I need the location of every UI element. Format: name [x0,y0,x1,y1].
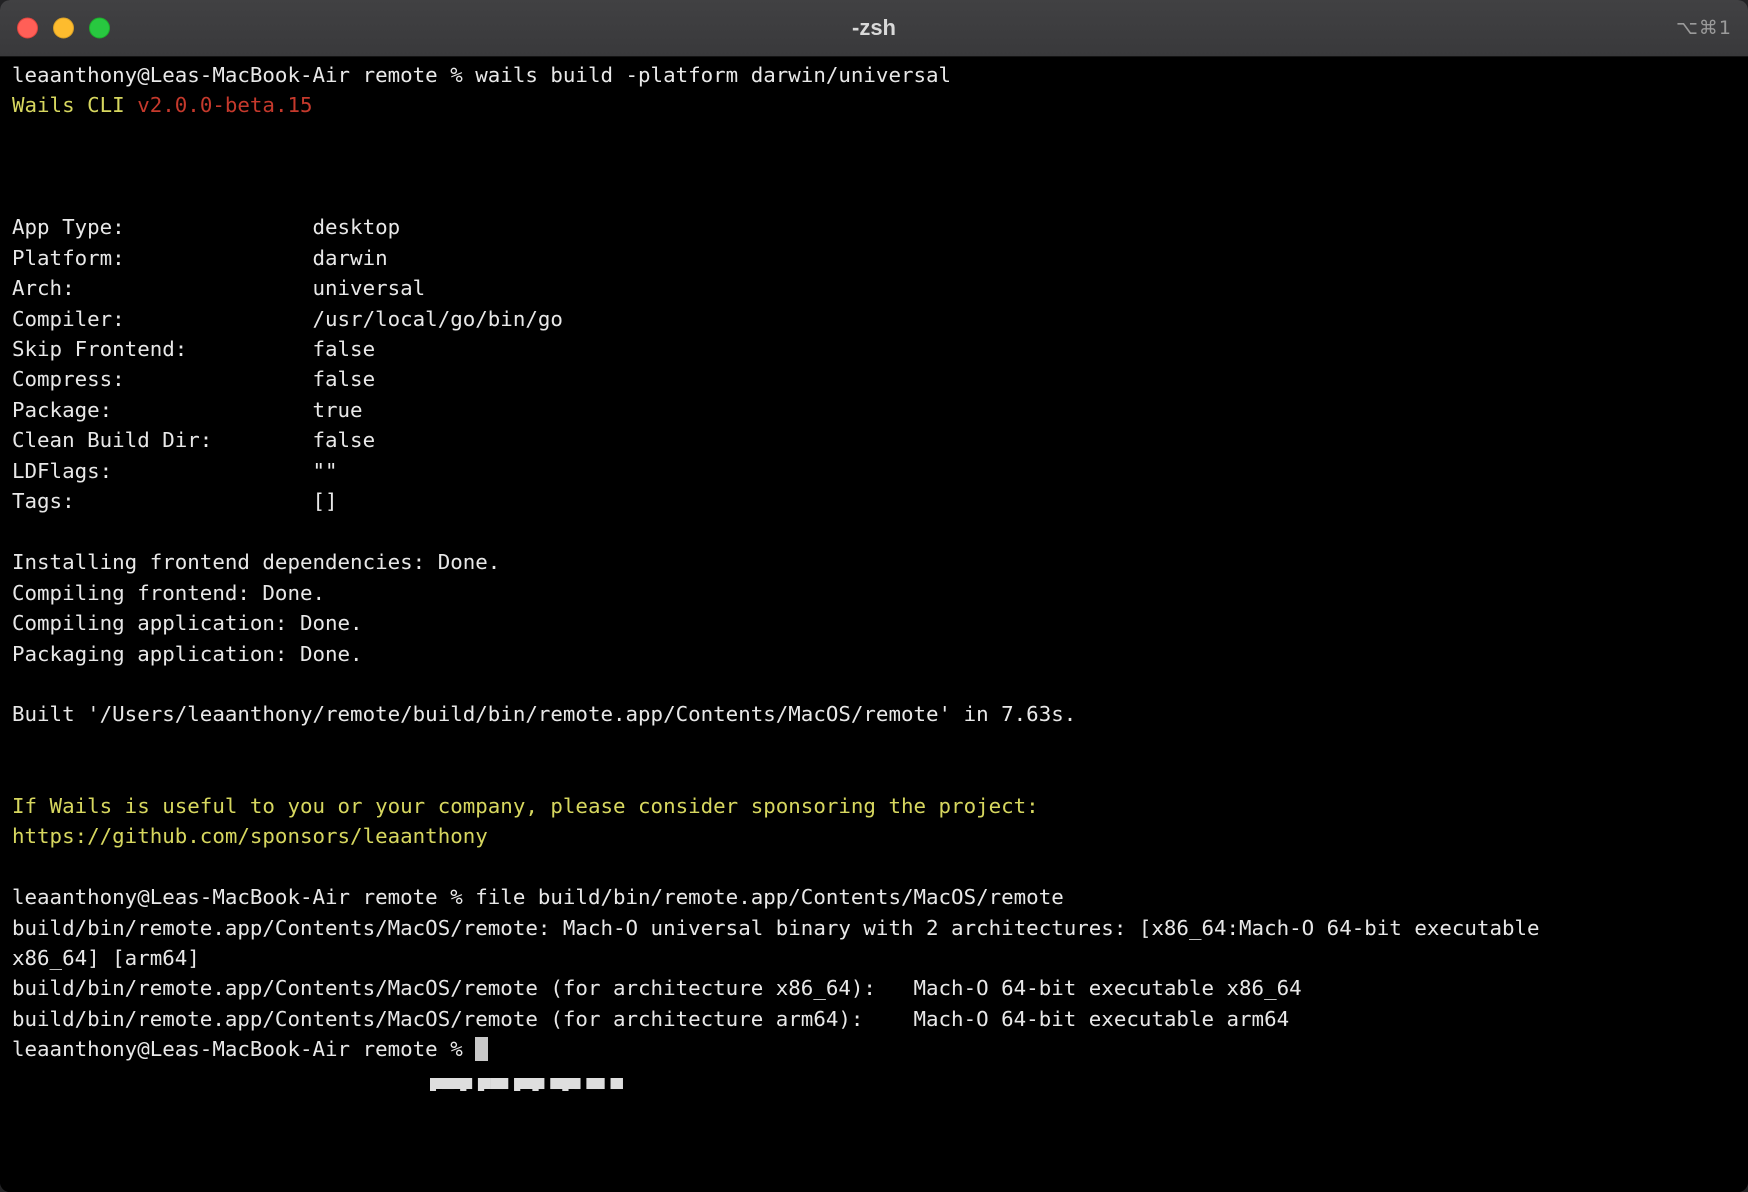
terminal-text-segment: leaanthony@Leas-MacBook-Air remote % wai… [12,63,951,87]
terminal-text-segment: Clean Build Dir: false [12,428,375,452]
terminal-text-segment: Installing frontend dependencies: Done. [12,550,500,574]
terminal-line: leaanthony@Leas-MacBook-Air remote % [12,1034,1748,1064]
terminal-line: Installing frontend dependencies: Done. [12,547,1748,577]
terminal-text-segment: build/bin/remote.app/Contents/MacOS/remo… [12,976,1302,1000]
terminal-text-segment: Platform: darwin [12,246,388,270]
clipped-text-artifact: ▛▀▜▘▛▀▘▛▜▘▀▛▘▀▘▀ [430,1078,660,1091]
terminal-line: Wails CLI v2.0.0-beta.15 [12,90,1748,120]
terminal-text-segment: Tags: [] [12,489,338,513]
terminal-text-segment: Built '/Users/leaanthony/remote/build/bi… [12,702,1076,726]
terminal-line: Arch: universal [12,273,1748,303]
terminal-text-segment: Package: true [12,398,363,422]
terminal-line: Compiler: /usr/local/go/bin/go [12,304,1748,334]
terminal-line [12,151,1748,181]
traffic-lights [17,18,110,39]
terminal-text-segment: Compiler: /usr/local/go/bin/go [12,307,563,331]
terminal-line: Clean Build Dir: false [12,425,1748,455]
titlebar[interactable]: -zsh ⌥⌘1 [0,0,1748,57]
terminal-text-segment: Compiling application: Done. [12,611,363,635]
terminal-line [12,760,1748,790]
terminal-text-segment: x86_64] [arm64] [12,946,200,970]
terminal-text-segment: build/bin/remote.app/Contents/MacOS/remo… [12,916,1540,940]
terminal-output[interactable]: leaanthony@Leas-MacBook-Air remote % wai… [0,57,1748,1192]
terminal-cursor [475,1037,488,1061]
terminal-line: x86_64] [arm64] [12,943,1748,973]
terminal-line: Compiling application: Done. [12,608,1748,638]
close-button[interactable] [17,18,38,39]
terminal-text-segment: If Wails is useful to you or your compan… [12,794,1039,818]
terminal-text-segment: build/bin/remote.app/Contents/MacOS/remo… [12,1007,1289,1031]
terminal-line: If Wails is useful to you or your compan… [12,791,1748,821]
terminal-line: Skip Frontend: false [12,334,1748,364]
terminal-line: build/bin/remote.app/Contents/MacOS/remo… [12,1004,1748,1034]
terminal-line: Compress: false [12,364,1748,394]
terminal-text-segment: Compress: false [12,367,375,391]
terminal-line: Package: true [12,395,1748,425]
terminal-text-segment: v2.0.0-beta.15 [137,93,312,117]
terminal-line: build/bin/remote.app/Contents/MacOS/remo… [12,973,1748,1003]
terminal-line [12,852,1748,882]
minimize-button[interactable] [53,18,74,39]
terminal-line [12,517,1748,547]
terminal-text-segment: Wails CLI [12,93,137,117]
terminal-line: https://github.com/sponsors/leaanthony [12,821,1748,851]
window-shortcut-badge: ⌥⌘1 [1676,17,1732,39]
terminal-line: Tags: [] [12,486,1748,516]
terminal-text-segment: Skip Frontend: false [12,337,375,361]
terminal-line: Packaging application: Done. [12,639,1748,669]
terminal-line: Platform: darwin [12,243,1748,273]
terminal-text-segment: Arch: universal [12,276,425,300]
terminal-line: App Type: desktop [12,212,1748,242]
terminal-line: Built '/Users/leaanthony/remote/build/bi… [12,699,1748,729]
terminal-text-segment: leaanthony@Leas-MacBook-Air remote % [12,1037,475,1061]
terminal-text-segment: https://github.com/sponsors/leaanthony [12,824,488,848]
zoom-button[interactable] [89,18,110,39]
terminal-line: leaanthony@Leas-MacBook-Air remote % wai… [12,60,1748,90]
terminal-line [12,669,1748,699]
terminal-line: leaanthony@Leas-MacBook-Air remote % fil… [12,882,1748,912]
terminal-line [12,121,1748,151]
terminal-line: build/bin/remote.app/Contents/MacOS/remo… [12,913,1748,943]
terminal-line [12,182,1748,212]
window-title: -zsh [0,15,1748,41]
terminal-text-segment: leaanthony@Leas-MacBook-Air remote % fil… [12,885,1064,909]
terminal-window: -zsh ⌥⌘1 leaanthony@Leas-MacBook-Air rem… [0,0,1748,1192]
terminal-text-segment: App Type: desktop [12,215,400,239]
terminal-text-segment: LDFlags: "" [12,459,338,483]
terminal-text-segment: Packaging application: Done. [12,642,363,666]
terminal-text-segment: Compiling frontend: Done. [12,581,325,605]
terminal-line [12,730,1748,760]
terminal-line: LDFlags: "" [12,456,1748,486]
terminal-line: Compiling frontend: Done. [12,578,1748,608]
